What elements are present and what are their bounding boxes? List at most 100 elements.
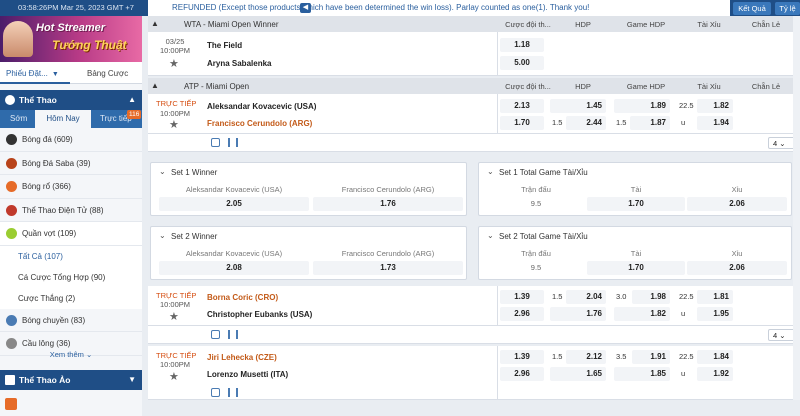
total-over-odds[interactable]: 1.70: [587, 197, 685, 211]
sport-item-basketball[interactable]: Bóng rổ (366): [0, 175, 142, 199]
stats-icon[interactable]: [228, 388, 238, 397]
league-name: ATP - Miami Open: [184, 82, 250, 91]
favorite-star-icon[interactable]: ★: [169, 310, 179, 323]
sport-item-volleyball[interactable]: Bóng chuyền (83): [0, 309, 142, 332]
see-more-link[interactable]: Xem thêm ⌄: [0, 350, 142, 364]
results-button[interactable]: Kết Quả: [733, 2, 771, 15]
odds-home[interactable]: 2.13: [500, 99, 544, 113]
team-home: The Field: [207, 41, 243, 50]
odds-away[interactable]: 1.70: [500, 116, 544, 130]
tennis-ball-icon: [6, 228, 17, 239]
promo-banner[interactable]: Hot Streamer Tướng Thuật: [0, 16, 142, 62]
hdp-away[interactable]: 1.65: [550, 367, 606, 381]
ou-over[interactable]: 1.81: [697, 290, 733, 304]
hdp-home[interactable]: 2.04: [566, 290, 606, 304]
slip-tabs: Phiếu Đặt... ▼ Bảng Cược: [0, 62, 142, 84]
tennis-sub-all[interactable]: Tất Cả (107): [0, 245, 142, 267]
esports-icon: [6, 204, 17, 216]
speaker-icon: ◀: [300, 3, 311, 13]
total-line: 9.5: [530, 263, 542, 272]
favorite-star-icon[interactable]: ★: [169, 118, 179, 131]
more-count: 4: [773, 331, 778, 340]
virtual-sports-label: Thể Thao Ảo: [19, 375, 71, 385]
tab-bet-slip[interactable]: Phiếu Đặt... ▼: [6, 69, 59, 78]
scrollbar[interactable]: [793, 16, 800, 400]
tennis-sub-outright[interactable]: Cược Thắng (2): [0, 287, 142, 309]
ou-under[interactable]: 1.95: [697, 307, 733, 321]
notice-ticker: ◀ REFUNDED (Except those products which …: [148, 0, 730, 16]
tab-my-bets[interactable]: Bảng Cược: [87, 69, 128, 78]
tennis-sub-combo[interactable]: Cá Cược Tổng Hợp (90): [0, 266, 142, 288]
column-divider: [497, 94, 498, 134]
hdp-home[interactable]: 1.45: [550, 99, 606, 113]
sport-item-soccer[interactable]: Bóng đá (609): [0, 128, 142, 152]
ou-over[interactable]: 1.82: [697, 99, 733, 113]
game-hdp-home[interactable]: 1.89: [614, 99, 670, 113]
stats-icon[interactable]: [228, 330, 238, 339]
game-hdp-away[interactable]: 1.87: [630, 116, 670, 130]
odds-away[interactable]: 5.00: [500, 56, 544, 70]
ou-under[interactable]: 1.92: [697, 367, 733, 381]
sport-item-saba-soccer[interactable]: Bóng Đá Saba (39): [0, 152, 142, 175]
sports-header[interactable]: Thể Thao ▲: [0, 90, 142, 110]
odds-away[interactable]: 2.96: [500, 307, 544, 321]
favorite-star-icon[interactable]: ★: [169, 57, 179, 70]
sport-item-tennis[interactable]: Quần vợt (109): [0, 222, 142, 246]
total-under-odds[interactable]: 2.06: [687, 197, 787, 211]
league-header-wta[interactable]: ▲ WTA - Miami Open Winner Cược đội th...…: [148, 16, 800, 32]
tab-early[interactable]: Sớm: [10, 114, 27, 123]
chevron-down-icon[interactable]: ⌄: [487, 167, 494, 176]
tab-today[interactable]: Hôm Nay: [35, 110, 91, 128]
favorite-star-icon[interactable]: ★: [169, 370, 179, 383]
stats-icon[interactable]: [228, 138, 238, 147]
ou-over[interactable]: 1.84: [697, 350, 733, 364]
set1-odds-p2[interactable]: 1.76: [313, 197, 463, 211]
live-tv-icon[interactable]: [211, 138, 220, 147]
chevron-down-icon: ⌄: [85, 350, 93, 359]
odds-home[interactable]: 1.39: [500, 290, 544, 304]
hdp-home[interactable]: 2.12: [566, 350, 606, 364]
game-hdp-away[interactable]: 1.85: [614, 367, 670, 381]
match-actions-2: 4 ⌄: [148, 326, 800, 344]
virtual-sports-header[interactable]: Thể Thao Ảo ▼: [0, 370, 142, 390]
collapse-icon[interactable]: ▲: [151, 19, 159, 28]
set2-odds-p1[interactable]: 2.08: [159, 261, 309, 275]
match-date: 03/25: [165, 37, 185, 46]
game-hdp-home[interactable]: 1.91: [632, 350, 670, 364]
total-over-odds[interactable]: 1.70: [587, 261, 685, 275]
sport-label: Bóng chuyền (83): [22, 315, 86, 325]
league-header-atp[interactable]: ▲ ATP - Miami Open Cược đội th... HDP Ga…: [148, 78, 800, 94]
rates-button[interactable]: Tỷ lệ: [775, 2, 800, 15]
set1-odds-p1[interactable]: 2.05: [159, 197, 309, 211]
player1-label: Aleksandar Kovacevic (USA): [185, 249, 283, 258]
odds-home[interactable]: 1.18: [500, 38, 544, 52]
saba-soccer-icon: [6, 157, 17, 169]
basketball-icon: [6, 181, 17, 192]
sport-label: Bóng đá (609): [22, 135, 73, 144]
set2-odds-p2[interactable]: 1.73: [313, 261, 463, 275]
panel-set1-total: ⌄ Set 1 Total Game Tài/Xỉu Trận đấu Tài …: [478, 162, 792, 216]
collapse-icon[interactable]: ▲: [128, 95, 136, 104]
ou-under-label: u: [681, 118, 686, 127]
odds-home[interactable]: 1.39: [500, 350, 544, 364]
collapse-icon[interactable]: ▲: [151, 81, 159, 90]
expand-icon[interactable]: ▼: [128, 375, 136, 384]
soccer-ball-icon: [5, 95, 15, 105]
ou-under[interactable]: 1.94: [697, 116, 733, 130]
virtual-sports-row[interactable]: [0, 390, 142, 416]
odds-away[interactable]: 2.96: [500, 367, 544, 381]
chevron-down-icon[interactable]: ⌄: [159, 231, 166, 240]
chevron-down-icon[interactable]: ⌄: [487, 231, 494, 240]
header-ou: Tài Xỉu: [697, 82, 721, 91]
chevron-down-icon[interactable]: ⌄: [159, 167, 166, 176]
hdp-away[interactable]: 2.44: [566, 116, 606, 130]
hdp-away[interactable]: 1.76: [550, 307, 606, 321]
match-row-wta: 03/25 10:00PM ★ The Field Aryna Sabalenk…: [148, 32, 800, 76]
sport-item-esports[interactable]: Thể Thao Điện Tử (88): [0, 199, 142, 222]
game-hdp-home[interactable]: 1.98: [632, 290, 670, 304]
game-hdp-away[interactable]: 1.82: [614, 307, 670, 321]
live-tv-icon[interactable]: [211, 330, 220, 339]
total-under-odds[interactable]: 2.06: [687, 261, 787, 275]
volleyball-icon: [6, 314, 17, 326]
live-tv-icon[interactable]: [211, 388, 220, 397]
